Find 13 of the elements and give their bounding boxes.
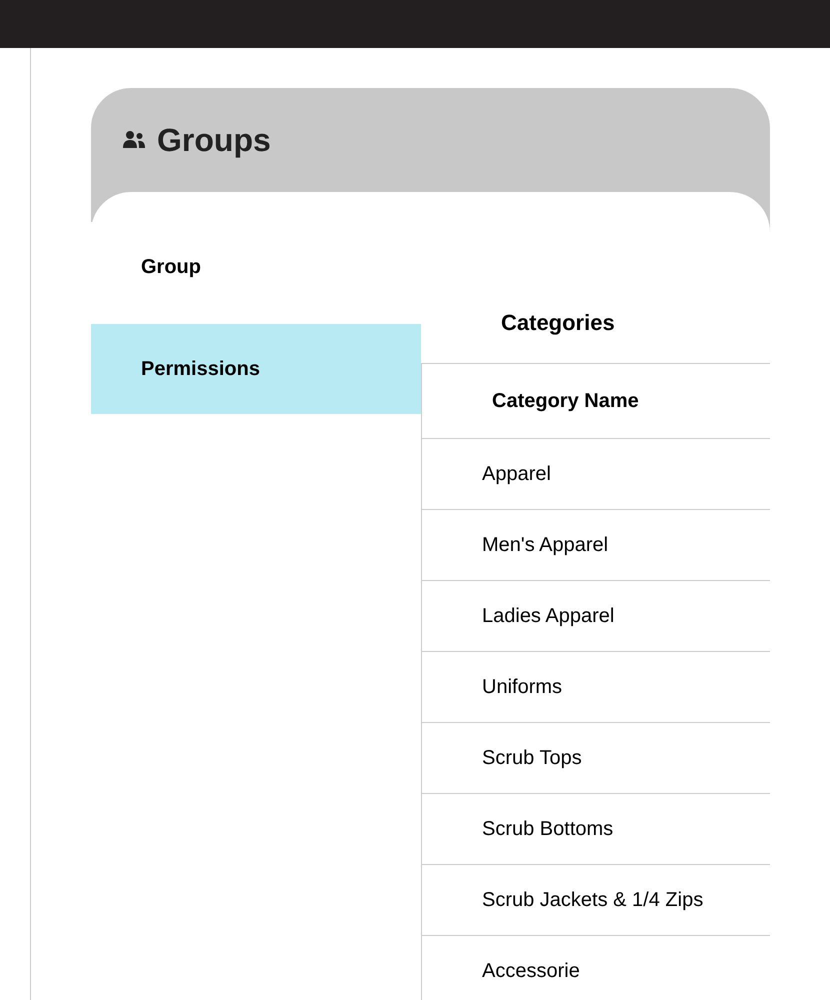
table-cell: Scrub Jackets & 1/4 Zips (422, 865, 770, 936)
table-cell: Scrub Bottoms (422, 794, 770, 865)
section-title: Categories (500, 309, 616, 337)
table-cell: Apparel (422, 439, 770, 510)
table-cell: Ladies Apparel (422, 581, 770, 652)
table-cell: Men's Apparel (422, 510, 770, 581)
users-icon (123, 130, 145, 150)
table-cell: Accessorie (422, 936, 770, 1000)
table-cell: Scrub Tops (422, 723, 770, 794)
table-cell: Uniforms (422, 652, 770, 723)
column-header: Category Name (422, 364, 770, 439)
sidebar-tab[interactable]: Permissions (91, 324, 421, 414)
panel-title: Groups (157, 121, 271, 160)
